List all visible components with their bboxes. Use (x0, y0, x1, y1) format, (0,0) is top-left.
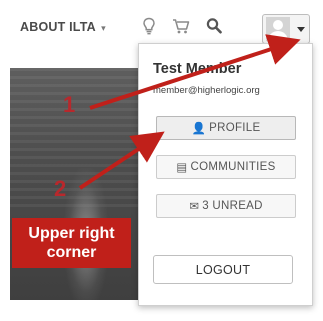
profile-button[interactable]: 👤 PROFILE (156, 116, 296, 140)
about-ilta-label: ABOUT ILTA (20, 20, 96, 34)
cart-icon[interactable] (172, 17, 190, 35)
user-icon: 👤 (191, 123, 207, 135)
communities-label: COMMUNITIES (190, 161, 276, 173)
marker-1: 1 (63, 92, 76, 117)
annotation-callout: Upper right corner (12, 218, 131, 268)
unread-label: 3 UNREAD (202, 200, 263, 212)
profile-label: PROFILE (209, 122, 261, 134)
callout-line-1: Upper right (28, 225, 115, 242)
user-dropdown-menu: Test Member member@higherlogic.org 👤 PRO… (138, 43, 313, 306)
caret-down-icon (297, 27, 305, 32)
user-avatar-icon (266, 17, 290, 41)
user-menu-button[interactable] (262, 14, 310, 44)
member-email: member@higherlogic.org (153, 85, 260, 96)
unread-button[interactable]: ✉ 3 UNREAD (156, 194, 296, 218)
chevron-down-icon: ▾ (101, 23, 106, 33)
envelope-icon: ✉ (189, 201, 200, 213)
about-ilta-menu[interactable]: ABOUT ILTA ▾ (20, 20, 106, 34)
screenshot-frame: ABOUT ILTA ▾ Upper right corner Test Mem… (0, 0, 323, 321)
communities-button[interactable]: ▤ COMMUNITIES (156, 155, 296, 179)
lightbulb-icon[interactable] (141, 17, 157, 35)
marker-2: 2 (54, 176, 67, 201)
logout-button[interactable]: LOGOUT (153, 255, 293, 284)
callout-line-2: corner (46, 244, 97, 261)
search-icon[interactable] (206, 17, 222, 35)
member-name: Test Member (153, 61, 242, 77)
list-icon: ▤ (176, 162, 188, 174)
logout-label: LOGOUT (195, 262, 251, 277)
